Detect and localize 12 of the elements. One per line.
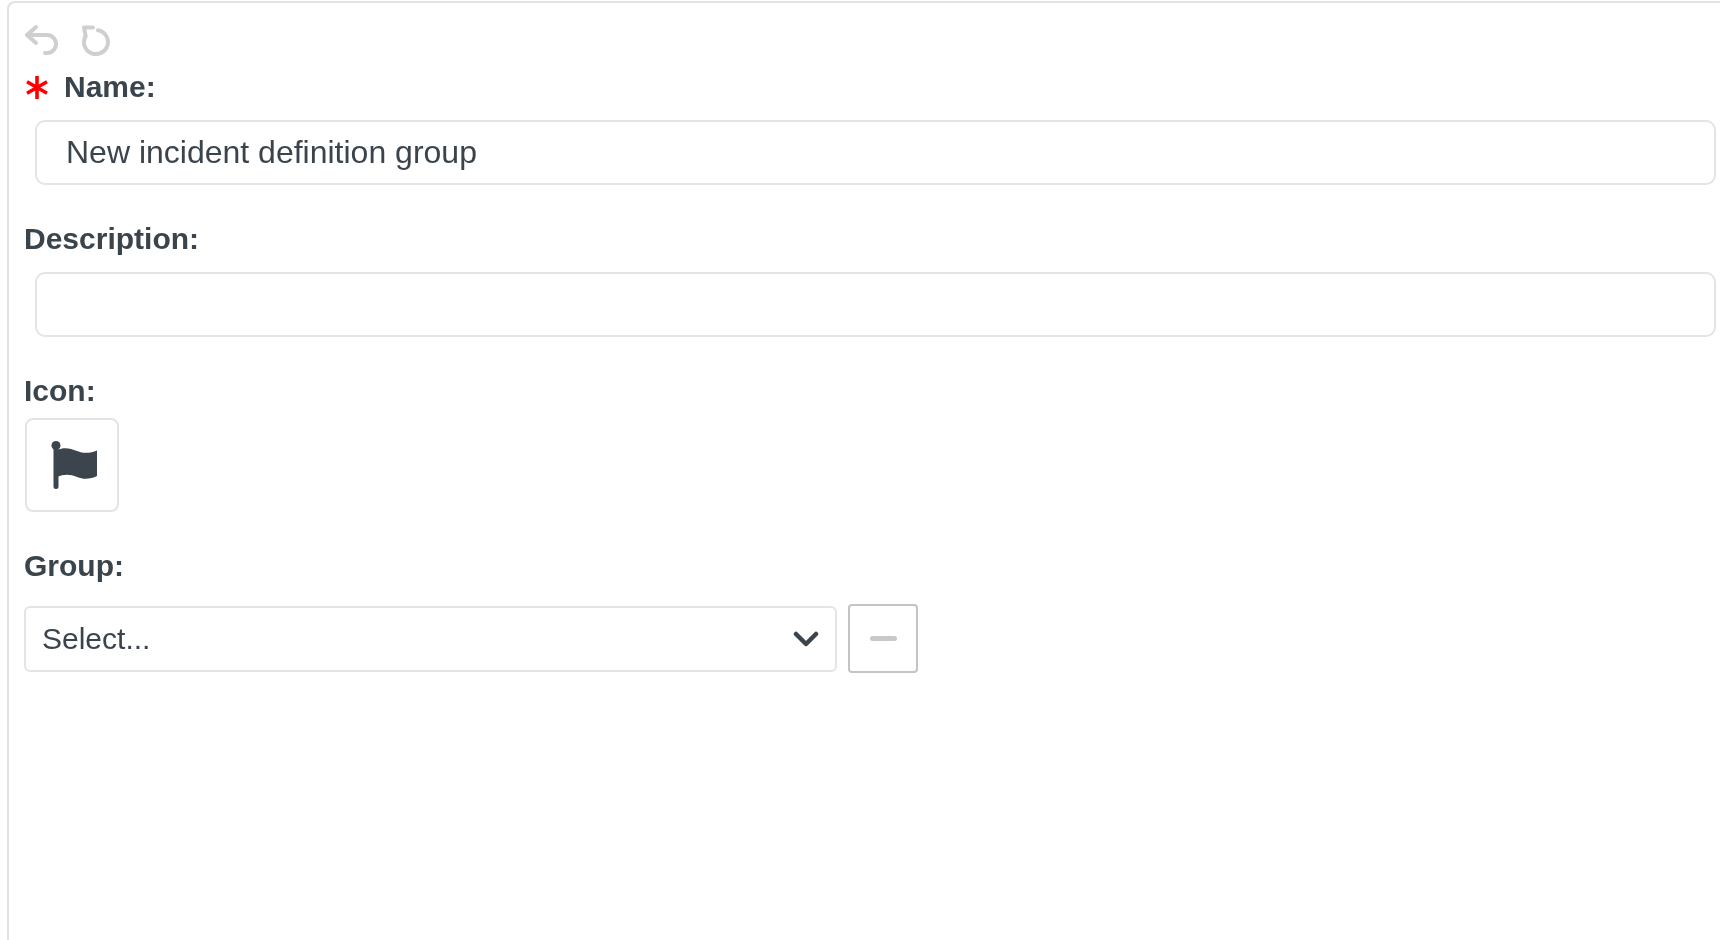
chevron-down-icon — [793, 629, 819, 648]
text-input[interactable]: New incident definition group — [35, 120, 1716, 185]
text-input[interactable] — [35, 272, 1716, 337]
field-label: Description: — [24, 222, 200, 256]
flag-icon — [50, 441, 98, 489]
field-label: Group: — [24, 549, 124, 583]
remove-button[interactable] — [848, 604, 918, 673]
field-label: Icon: — [24, 374, 96, 408]
field-label: Name: — [64, 70, 156, 104]
group-dropdown[interactable]: Select... — [24, 605, 837, 672]
minus-icon — [869, 636, 897, 641]
icon-picker-button[interactable] — [25, 418, 119, 512]
